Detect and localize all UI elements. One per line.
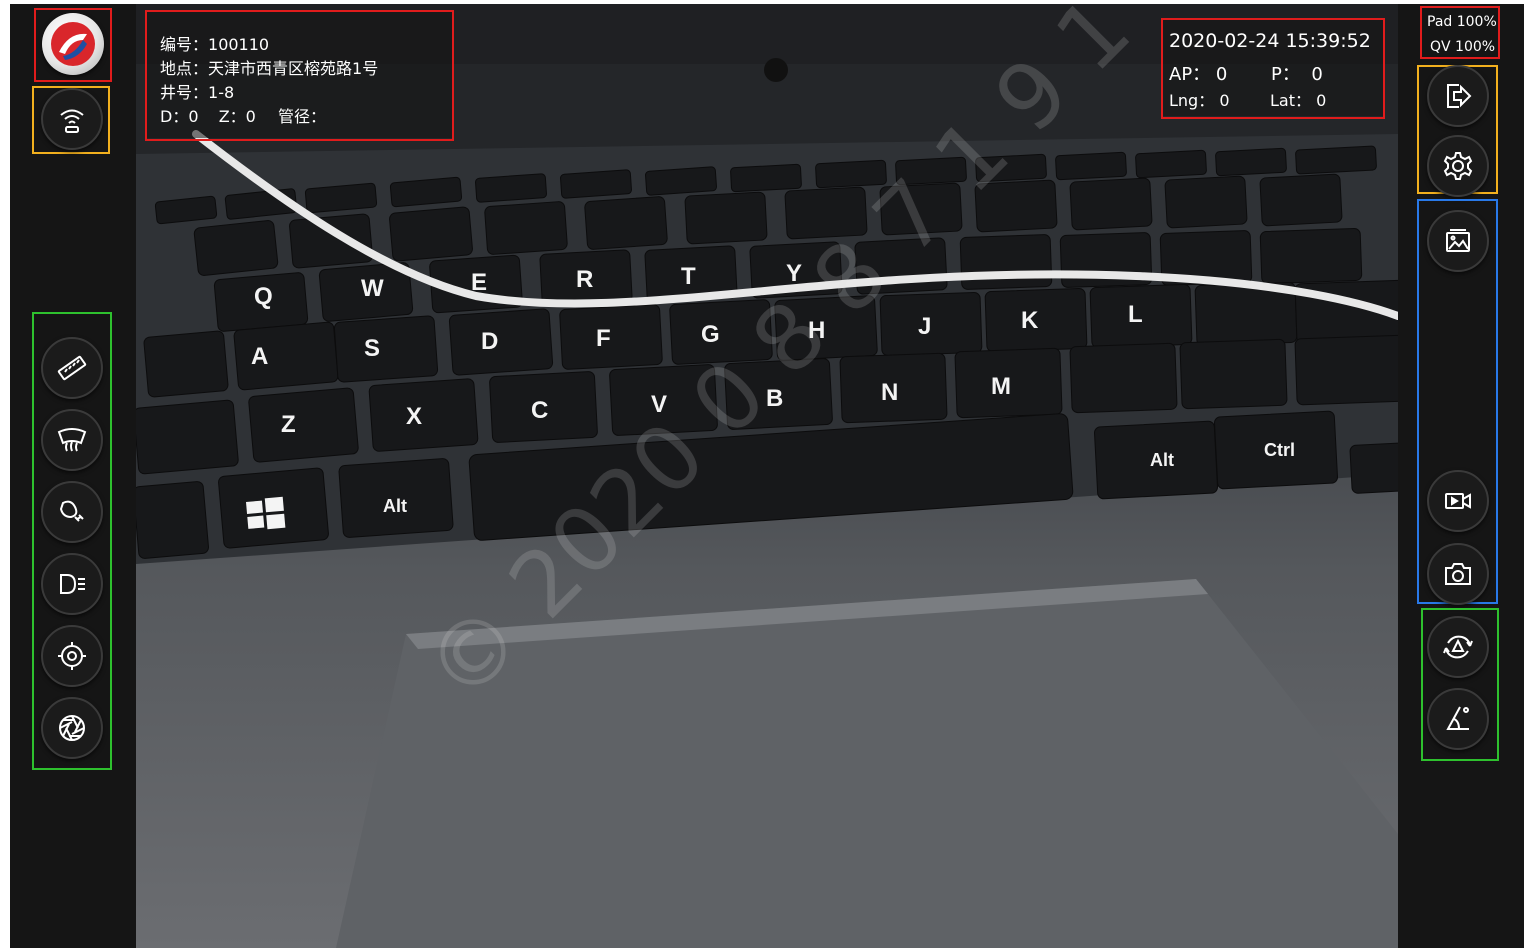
- info-d-label: D：: [160, 107, 189, 126]
- status-lng: Lng： 0: [1169, 87, 1230, 111]
- svg-text:F: F: [596, 325, 611, 352]
- angle-button[interactable]: [1427, 688, 1489, 750]
- svg-text:Ctrl: Ctrl: [1264, 440, 1295, 460]
- status-ap-label: AP：: [1169, 64, 1211, 85]
- svg-text:D: D: [481, 328, 498, 355]
- camera-button[interactable]: [1427, 543, 1489, 605]
- status-lng-label: Lng：: [1169, 91, 1215, 110]
- info-id-row: 编号：100110: [160, 31, 269, 55]
- status-lng-value: 0: [1219, 91, 1230, 110]
- status-ap-value: 0: [1215, 64, 1228, 85]
- settings-button[interactable]: [1427, 135, 1489, 197]
- settings-icon: [1443, 152, 1473, 180]
- svg-text:X: X: [406, 403, 422, 430]
- status-p: P： 0: [1271, 60, 1323, 86]
- wifi-button[interactable]: [41, 88, 103, 150]
- info-location-value: 天津市西青区榕苑路1号: [208, 59, 379, 78]
- svg-text:C: C: [531, 397, 548, 424]
- rotate-button[interactable]: [1427, 616, 1489, 678]
- light-icon: [59, 500, 84, 522]
- rotate-icon: [1443, 635, 1473, 659]
- status-p-label: P：: [1271, 64, 1300, 85]
- svg-text:M: M: [991, 373, 1011, 400]
- svg-text:A: A: [251, 343, 268, 370]
- info-location-label: 地点：: [160, 59, 209, 78]
- svg-text:Alt: Alt: [383, 496, 407, 516]
- video-record-icon: [1445, 493, 1471, 509]
- info-dz-row: D：0 Z：0 管径：: [160, 103, 326, 127]
- svg-text:Q: Q: [254, 283, 273, 310]
- info-id-label: 编号：: [160, 35, 209, 54]
- svg-text:T: T: [681, 263, 696, 290]
- info-z-label: Z：: [218, 107, 246, 126]
- battery-qv: QV 100%: [1430, 39, 1496, 55]
- keyboard-scene: QWE RTY ASD FGH JKL ZXC VBN M Alt Alt Ct…: [136, 4, 1398, 948]
- focus-icon: [58, 642, 86, 670]
- info-well-label: 井号：: [160, 83, 209, 102]
- svg-text:N: N: [881, 379, 898, 406]
- status-lat-label: Lat：: [1270, 91, 1311, 110]
- defog-button[interactable]: [41, 409, 103, 471]
- focus-button[interactable]: [41, 625, 103, 687]
- status-lat: Lat： 0: [1270, 87, 1326, 111]
- angle-icon: [1446, 706, 1469, 730]
- info-z-value: 0: [245, 107, 256, 126]
- logo-mark: [51, 22, 95, 66]
- svg-text:W: W: [361, 275, 384, 302]
- ruler-button[interactable]: [41, 337, 103, 399]
- camera-feed: QWE RTY ASD FGH JKL ZXC VBN M Alt Alt Ct…: [136, 4, 1398, 948]
- logo[interactable]: [42, 13, 104, 75]
- exit-button[interactable]: [1427, 65, 1489, 127]
- status-ap: AP： 0: [1169, 60, 1227, 86]
- svg-text:S: S: [364, 335, 380, 362]
- svg-text:J: J: [918, 313, 931, 340]
- aperture-button[interactable]: [41, 697, 103, 759]
- camera-icon: [1445, 563, 1471, 585]
- defog-icon: [57, 428, 87, 452]
- info-location-row: 地点：天津市西青区榕苑路1号: [160, 55, 378, 79]
- info-well-value: 1-8: [208, 83, 235, 102]
- info-well-row: 井号：1-8: [160, 79, 234, 103]
- video-record-button[interactable]: [1427, 470, 1489, 532]
- aperture-icon: [59, 715, 85, 741]
- svg-text:Alt: Alt: [1150, 450, 1174, 470]
- svg-text:R: R: [576, 266, 593, 293]
- exit-icon: [1447, 84, 1472, 108]
- info-id-value: 100110: [208, 35, 270, 54]
- device-screen: QWE RTY ASD FGH JKL ZXC VBN M Alt Alt Ct…: [10, 4, 1524, 948]
- svg-text:K: K: [1021, 307, 1039, 334]
- status-p-value: 0: [1311, 64, 1323, 85]
- ruler-icon: [57, 355, 87, 381]
- info-d-value: 0: [188, 107, 199, 126]
- gallery-button[interactable]: [1427, 210, 1489, 272]
- status-lat-value: 0: [1316, 91, 1327, 110]
- svg-text:Z: Z: [281, 411, 296, 438]
- gallery-icon: [1446, 229, 1470, 252]
- status-datetime: 2020-02-24 15:39:52: [1169, 30, 1371, 52]
- battery-pad: Pad 100%: [1427, 14, 1497, 30]
- info-pipe-label: 管径：: [278, 107, 327, 126]
- headlight-icon: [60, 574, 85, 594]
- svg-text:L: L: [1128, 301, 1143, 328]
- light-button[interactable]: [41, 481, 103, 543]
- headlight-button[interactable]: [41, 553, 103, 615]
- wifi-icon: [60, 109, 84, 133]
